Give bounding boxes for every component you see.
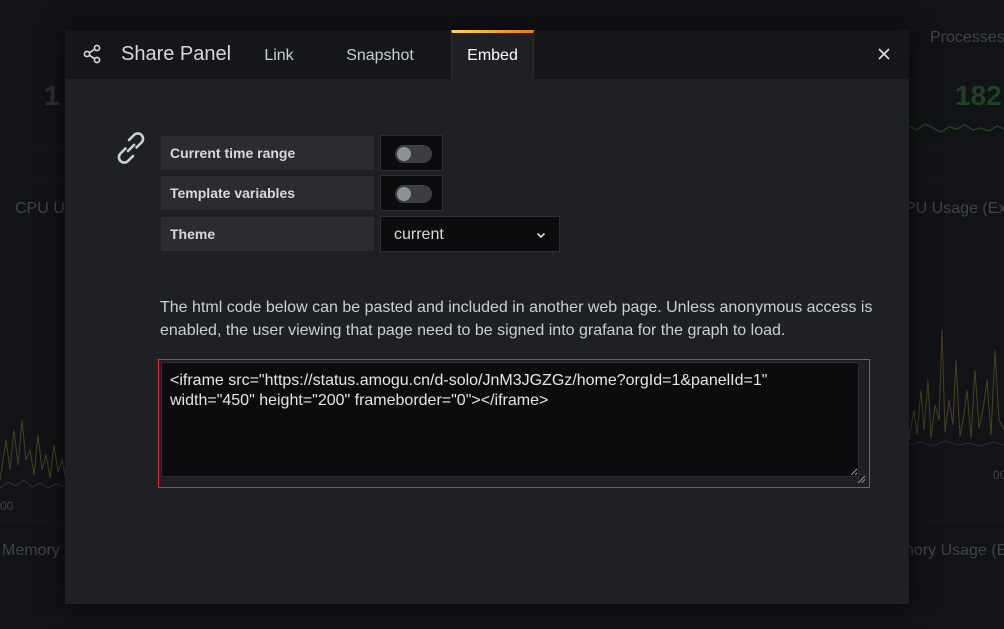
toggle-knob xyxy=(397,147,411,161)
template-variables-toggle[interactable] xyxy=(380,175,443,211)
tab-link[interactable]: Link xyxy=(251,30,307,79)
resize-handle-icon[interactable] xyxy=(856,474,866,484)
toggle-track xyxy=(395,145,432,163)
current-time-range-toggle[interactable] xyxy=(380,135,443,171)
tab-snapshot[interactable]: Snapshot xyxy=(331,30,429,79)
close-icon[interactable] xyxy=(873,43,895,65)
embed-code-textarea[interactable] xyxy=(161,362,859,477)
share-panel-modal: Share Panel Link Snapshot Embed Current … xyxy=(65,30,909,604)
theme-select[interactable]: current xyxy=(380,216,560,252)
chevron-down-icon xyxy=(536,232,546,239)
embed-code-frame xyxy=(158,359,870,488)
toggle-track xyxy=(395,185,432,203)
template-variables-label: Template variables xyxy=(160,175,375,211)
modal-title: Share Panel xyxy=(121,43,232,65)
embed-info-text: The html code below can be pasted and in… xyxy=(160,299,873,339)
link-icon xyxy=(117,132,145,164)
toggle-knob xyxy=(397,187,411,201)
share-icon xyxy=(83,44,101,64)
theme-select-value: current xyxy=(394,226,444,243)
current-time-range-label: Current time range xyxy=(160,135,375,171)
modal-header: Share Panel Link Snapshot Embed xyxy=(65,30,909,79)
theme-label: Theme xyxy=(160,216,375,252)
tab-embed[interactable]: Embed xyxy=(451,30,534,79)
